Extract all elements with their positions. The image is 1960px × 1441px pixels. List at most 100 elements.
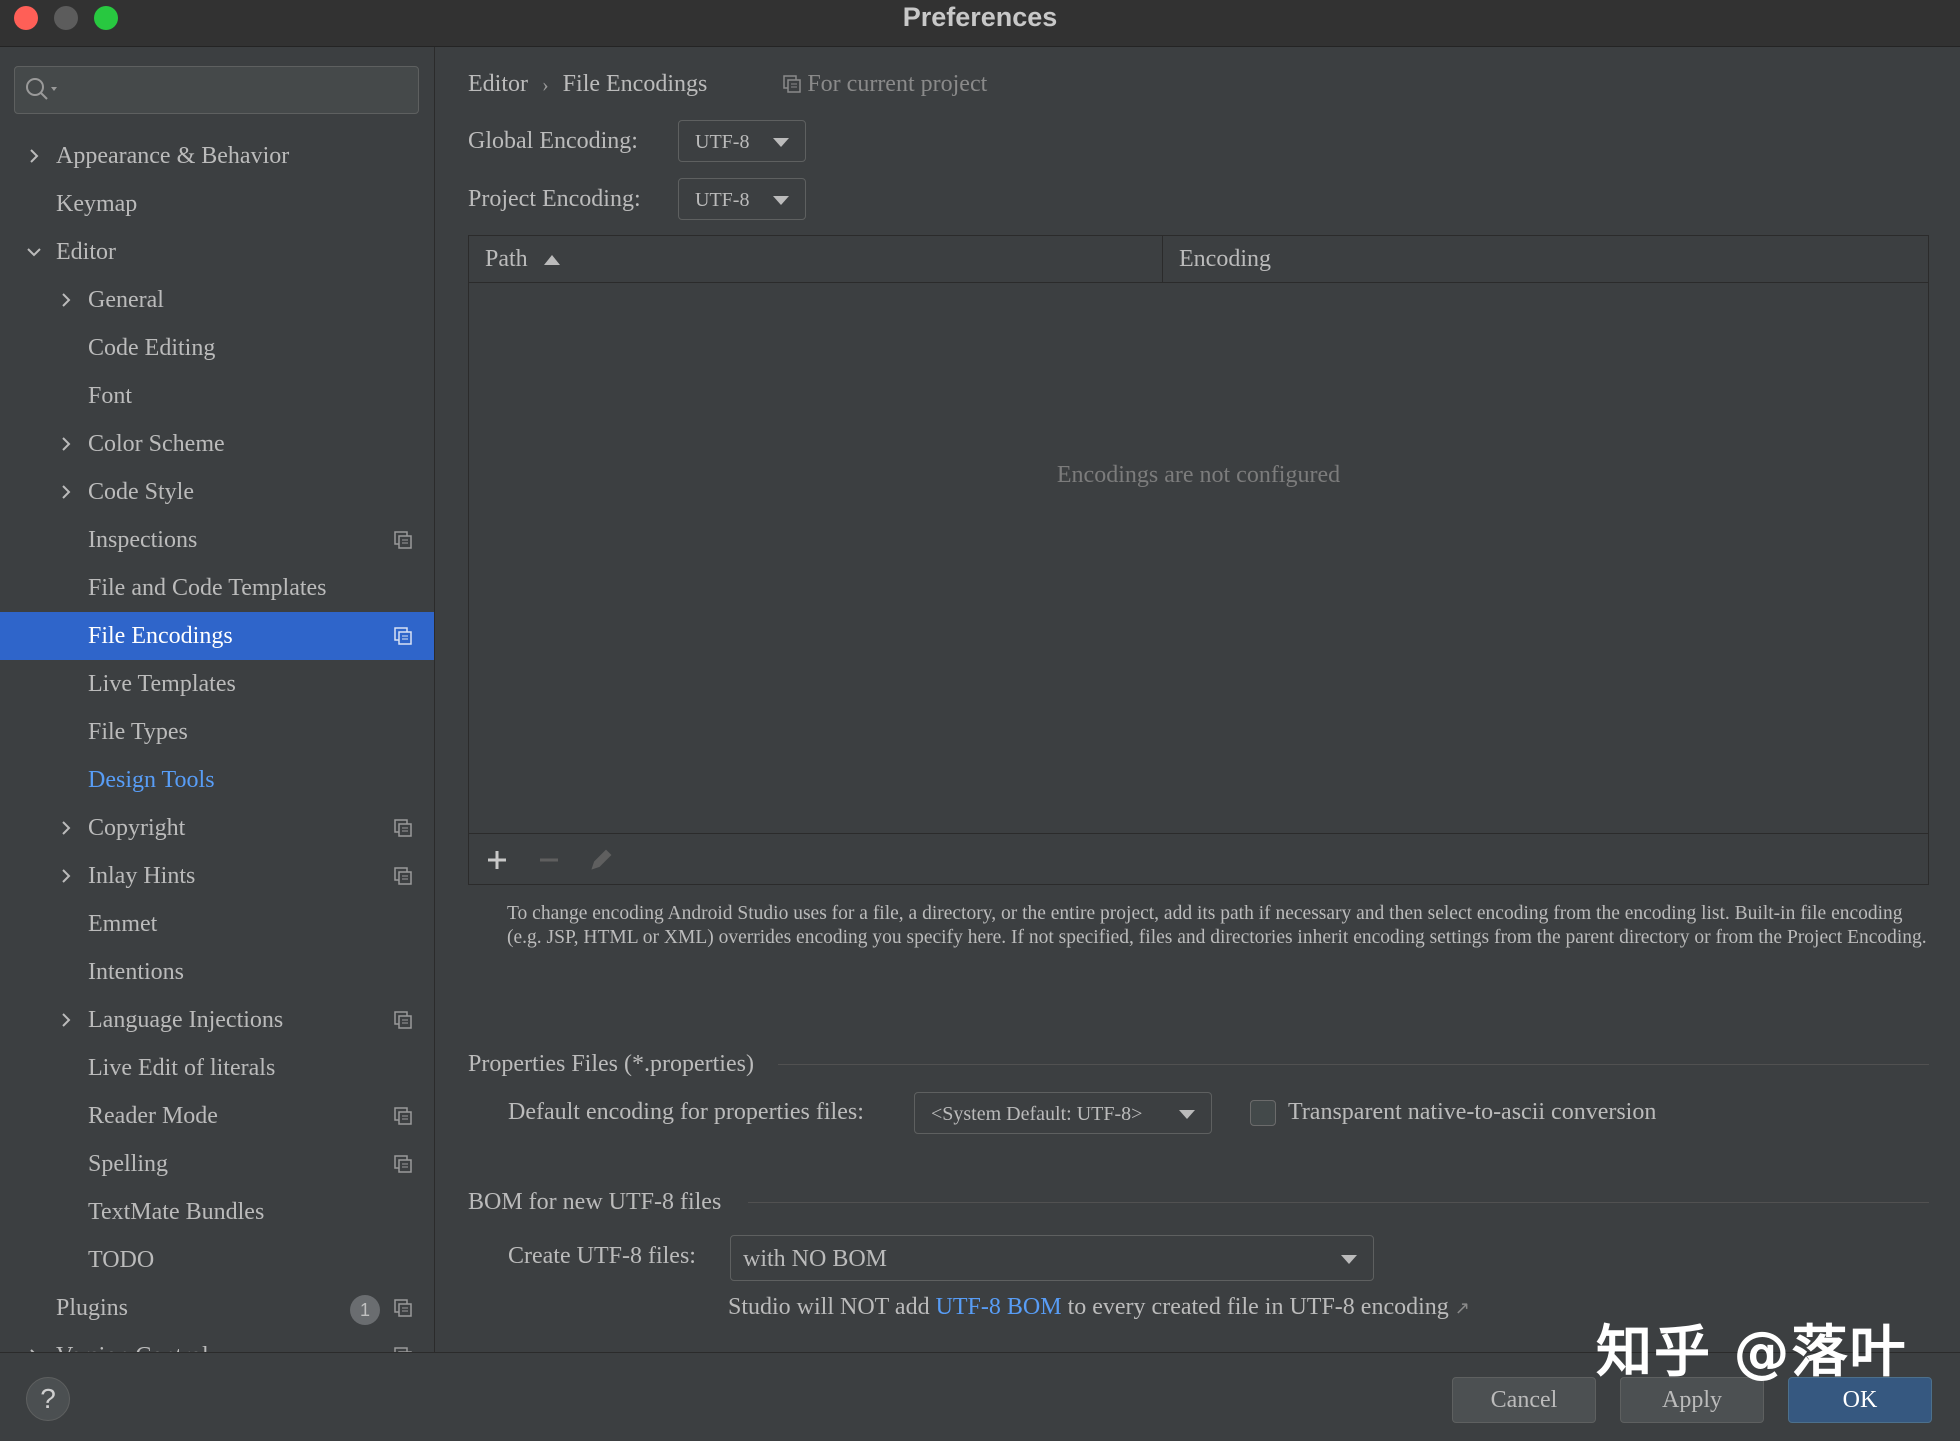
sidebar-item-file-and-code-templates[interactable]: File and Code Templates xyxy=(0,564,434,612)
chevron-right-icon[interactable] xyxy=(24,146,44,166)
column-header-path[interactable]: Path xyxy=(485,236,560,282)
project-scope-icon xyxy=(394,1155,412,1173)
sidebar-item-label: Reader Mode xyxy=(88,1103,218,1129)
chevron-right-icon[interactable] xyxy=(56,482,76,502)
sidebar-item-file-encodings[interactable]: File Encodings xyxy=(0,612,434,660)
breadcrumb: Editor › File Encodings For current projec… xyxy=(468,61,987,108)
chevron-right-icon[interactable] xyxy=(56,1010,76,1030)
sidebar-item-label: TODO xyxy=(88,1247,155,1273)
sidebar-item-code-editing[interactable]: Code Editing xyxy=(0,324,434,372)
sidebar-item-appearance-behavior[interactable]: Appearance & Behavior xyxy=(0,132,434,180)
sidebar-item-label: Live Edit of literals xyxy=(88,1055,276,1081)
file-encodings-table[interactable]: Path Encoding Encodings are not configur… xyxy=(468,235,1929,885)
properties-encoding-select[interactable]: <System Default: UTF-8> xyxy=(914,1092,1212,1134)
chevron-right-icon[interactable] xyxy=(56,290,76,310)
sidebar-item-label: TextMate Bundles xyxy=(88,1199,265,1225)
project-scope-icon xyxy=(394,867,412,885)
project-scope-icon xyxy=(394,1107,412,1125)
settings-tree: Appearance & Behavior Keymap Editor Gene… xyxy=(0,132,434,1352)
sidebar-item-label: Appearance & Behavior xyxy=(56,143,290,169)
column-header-label: Path xyxy=(485,246,528,272)
sidebar-item-spelling[interactable]: Spelling xyxy=(0,1140,434,1188)
chevron-down-icon[interactable] xyxy=(24,242,44,262)
remove-icon[interactable] xyxy=(535,846,563,874)
create-utf8-files-value: with NO BOM xyxy=(743,1246,888,1272)
sidebar-item-todo[interactable]: TODO xyxy=(0,1236,434,1284)
title-bar: Preferences xyxy=(0,0,1960,47)
sidebar-item-label: Copyright xyxy=(88,815,186,841)
sidebar-item-file-types[interactable]: File Types xyxy=(0,708,434,756)
sidebar-item-textmate-bundles[interactable]: TextMate Bundles xyxy=(0,1188,434,1236)
dropdown-arrow-icon xyxy=(773,138,789,147)
sidebar-item-label: Version Control xyxy=(56,1332,209,1352)
sidebar-item-font[interactable]: Font xyxy=(0,372,434,420)
sidebar-item-inspections[interactable]: Inspections xyxy=(0,516,434,564)
sort-ascending-icon xyxy=(543,255,560,266)
sidebar-item-reader-mode[interactable]: Reader Mode xyxy=(0,1092,434,1140)
sidebar-item-label: Spelling xyxy=(88,1151,169,1177)
sidebar-item-live-templates[interactable]: Live Templates xyxy=(0,660,434,708)
chevron-right-icon[interactable] xyxy=(56,818,76,838)
dropdown-arrow-icon xyxy=(1179,1110,1195,1119)
chevron-right-icon[interactable] xyxy=(56,866,76,886)
help-button[interactable]: ? xyxy=(26,1377,70,1421)
column-header-encoding[interactable]: Encoding xyxy=(1179,236,1271,282)
sidebar-item-keymap[interactable]: Keymap xyxy=(0,180,434,228)
settings-search-input[interactable] xyxy=(14,66,419,114)
settings-content: Editor › File Encodings For current projec… xyxy=(436,47,1960,1352)
transparent-native-to-ascii-checkbox[interactable] xyxy=(1250,1100,1276,1126)
breadcrumb-current: File Encodings xyxy=(562,71,708,97)
breadcrumb-parent[interactable]: Editor xyxy=(468,71,528,97)
window-title: Preferences xyxy=(902,2,1058,32)
section-divider xyxy=(778,1064,1929,1065)
sidebar-item-label: Code Editing xyxy=(88,335,216,361)
edit-icon[interactable] xyxy=(587,846,615,874)
sidebar-item-code-style[interactable]: Code Style xyxy=(0,468,434,516)
bom-section-title: BOM for new UTF-8 files xyxy=(468,1189,722,1215)
bom-note-prefix: Studio will NOT add xyxy=(728,1294,930,1320)
sidebar-item-label: Emmet xyxy=(88,911,158,937)
global-encoding-select[interactable]: UTF-8 xyxy=(678,120,806,162)
sidebar-item-label: Language Injections xyxy=(88,1007,284,1033)
sidebar-item-label: Font xyxy=(88,383,133,409)
add-icon[interactable] xyxy=(483,846,511,874)
column-divider[interactable] xyxy=(1162,236,1163,282)
create-utf8-files-select[interactable]: with NO BOM xyxy=(730,1235,1374,1281)
project-encoding-select[interactable]: UTF-8 xyxy=(678,178,806,220)
sidebar-item-version-control[interactable]: Version Control xyxy=(0,1332,434,1352)
update-count-badge: 1 xyxy=(350,1295,380,1325)
sidebar-item-label: Intentions xyxy=(88,959,184,985)
chevron-right-icon[interactable] xyxy=(56,434,76,454)
sidebar-item-language-injections[interactable]: Language Injections xyxy=(0,996,434,1044)
sidebar-item-label: Inlay Hints xyxy=(88,863,196,889)
sidebar-item-inlay-hints[interactable]: Inlay Hints xyxy=(0,852,434,900)
search-icon xyxy=(26,78,57,100)
sidebar-item-color-scheme[interactable]: Color Scheme xyxy=(0,420,434,468)
watermark-text: 知乎 @落叶 xyxy=(1596,1320,1908,1385)
dropdown-arrow-icon xyxy=(773,196,789,205)
transparent-native-to-ascii-label[interactable]: Transparent native-to-ascii conversion xyxy=(1288,1090,1656,1134)
global-encoding-value: UTF-8 xyxy=(695,131,750,153)
sidebar-item-general[interactable]: General xyxy=(0,276,434,324)
sidebar-item-editor[interactable]: Editor xyxy=(0,228,434,276)
bom-note: Studio will NOT add UTF-8 BOM to every c… xyxy=(728,1287,1470,1328)
project-encoding-value: UTF-8 xyxy=(695,189,750,211)
sidebar-item-emmet[interactable]: Emmet xyxy=(0,900,434,948)
sidebar-item-label: File and Code Templates xyxy=(88,575,327,601)
table-empty-state: Encodings are not configured xyxy=(1056,462,1341,488)
cancel-button[interactable]: Cancel xyxy=(1452,1377,1596,1423)
sidebar-item-label: Live Templates xyxy=(88,671,236,697)
sidebar-item-design-tools[interactable]: Design Tools xyxy=(0,756,434,804)
sidebar-item-intentions[interactable]: Intentions xyxy=(0,948,434,996)
project-scope-icon xyxy=(394,627,412,645)
table-toolbar xyxy=(469,833,1928,886)
project-scope-icon xyxy=(394,819,412,837)
sidebar-item-live-edit-of-literals[interactable]: Live Edit of literals xyxy=(0,1044,434,1092)
external-link-icon: ↗ xyxy=(1454,1298,1470,1318)
create-utf8-files-label: Create UTF-8 files: xyxy=(508,1243,696,1269)
utf8-bom-link[interactable]: UTF-8 BOM xyxy=(936,1294,1062,1320)
sidebar-item-copyright[interactable]: Copyright xyxy=(0,804,434,852)
sidebar-item-label: Code Style xyxy=(88,479,194,505)
table-header: Path Encoding xyxy=(469,236,1928,283)
sidebar-item-plugins[interactable]: Plugins 1 xyxy=(0,1284,434,1332)
